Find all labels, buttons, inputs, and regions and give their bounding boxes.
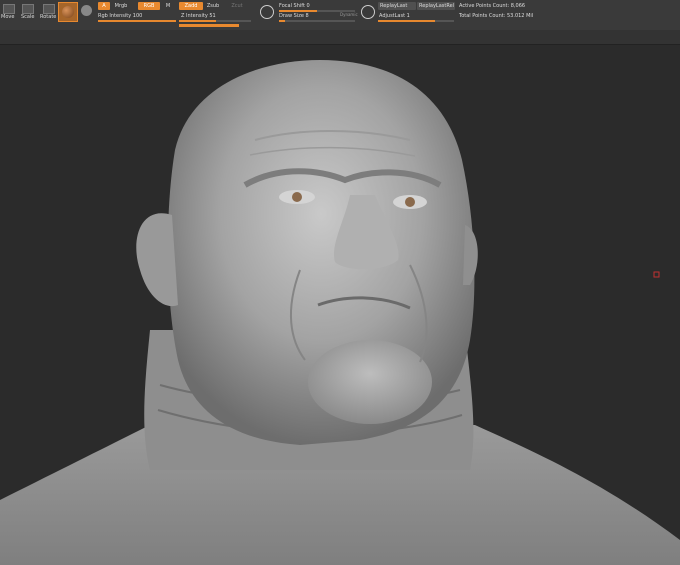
top-toolbar: Move Scale Rotate A Mrgb RGB M Rgb Inten… xyxy=(0,0,680,30)
adjust-last-label: AdjustLast 1 xyxy=(379,13,410,19)
m-button[interactable]: M xyxy=(163,2,173,10)
active-points-count: Active Points Count: 8,066 xyxy=(459,3,526,9)
zsub-button[interactable]: Zsub xyxy=(204,2,222,10)
brush-icon[interactable] xyxy=(81,5,92,16)
draw-size-label: Draw Size 8 xyxy=(279,13,309,19)
chin xyxy=(308,340,432,424)
zcut-button[interactable]: Zcut xyxy=(228,2,246,10)
focal-shift-label: Focal Shift 0 xyxy=(279,3,310,9)
toolbar-strip xyxy=(0,30,680,45)
move-icon[interactable] xyxy=(3,4,15,14)
z-intensity-label: Z Intensity 51 xyxy=(181,13,216,19)
mrgb-button[interactable]: Mrgb xyxy=(111,2,131,10)
adjust-last-slider[interactable] xyxy=(378,20,454,22)
rgb-intensity-slider[interactable] xyxy=(98,20,176,22)
sculpt-model xyxy=(0,60,680,565)
rgb-button[interactable]: RGB xyxy=(138,2,160,10)
z-intensity-bar xyxy=(179,24,239,27)
rgb-intensity-label: Rgb Intensity 100 xyxy=(98,13,143,19)
replay-last-rel-button[interactable]: ReplayLastRel xyxy=(417,2,455,10)
total-points-count: Total Points Count: 53.012 Mil xyxy=(459,13,534,19)
scale-label: Scale xyxy=(21,14,35,20)
focal-icon[interactable] xyxy=(260,5,274,19)
dynamic-label[interactable]: Dynamic xyxy=(340,12,358,18)
draw-size-slider[interactable] xyxy=(279,20,355,22)
adjust-icon[interactable] xyxy=(361,5,375,19)
material-sphere-icon[interactable] xyxy=(58,2,78,22)
left-ear xyxy=(136,213,178,307)
right-ear xyxy=(463,225,478,285)
scale-icon[interactable] xyxy=(22,4,34,14)
replay-last-button[interactable]: ReplayLast xyxy=(378,2,416,10)
rotate-label: Rotate xyxy=(40,14,57,20)
zadd-button[interactable]: Zadd xyxy=(179,2,203,10)
move-label: Move xyxy=(1,14,15,20)
cursor-marker xyxy=(653,271,660,278)
viewport-canvas[interactable] xyxy=(0,45,680,565)
z-intensity-slider[interactable] xyxy=(179,20,251,22)
rotate-icon[interactable] xyxy=(43,4,55,14)
a-button[interactable]: A xyxy=(98,2,110,10)
